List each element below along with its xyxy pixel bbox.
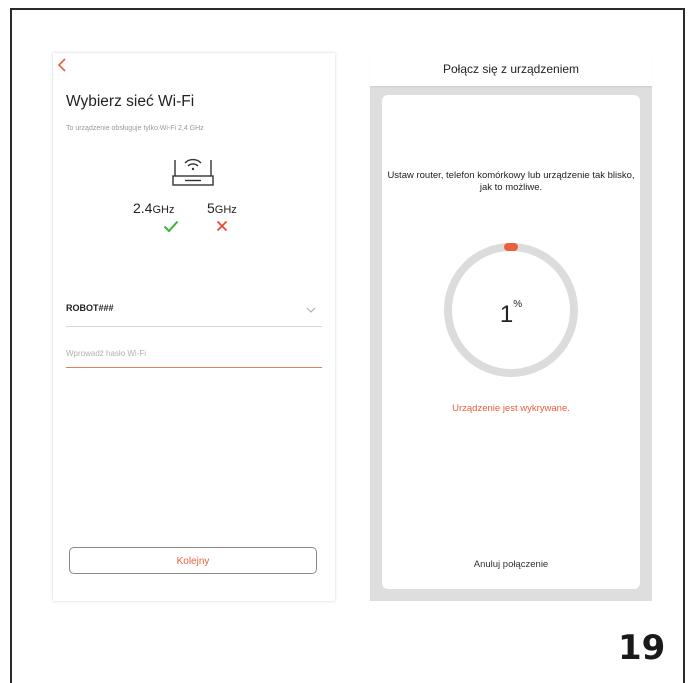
router-wifi-icon <box>172 158 214 186</box>
band-5ghz-unit: GHz <box>214 204 237 216</box>
cancel-connection-button[interactable]: Anuluj połączenie <box>382 559 640 570</box>
band-24ghz-unit: GHz <box>152 204 175 216</box>
connect-header: Połącz się z urządzeniem <box>370 53 652 86</box>
connect-screen-title: Połącz się z urządzeniem <box>442 62 580 76</box>
ssid-value: ROBOT### <box>66 303 114 313</box>
cross-icon <box>216 220 228 232</box>
connect-instruction: Ustaw router, telefon komórkowy lub urzą… <box>387 170 635 193</box>
chevron-down-icon <box>306 307 316 313</box>
wifi-screen-subtitle: To urządzenie obsługuje tylko Wi-Fi 2,4 … <box>66 125 204 132</box>
page-number: 19 <box>618 628 666 668</box>
wifi-password-input[interactable] <box>66 339 322 368</box>
band-24ghz-value: 2.4 <box>133 200 153 216</box>
back-icon[interactable] <box>56 57 68 73</box>
wifi-select-screen: Wybierz sieć Wi-Fi To urządzenie obsługu… <box>53 53 335 601</box>
progress-percentage: 1% <box>382 299 640 329</box>
next-button[interactable]: Kolejny <box>69 547 317 574</box>
connect-screen: Połącz się z urządzeniem Ustaw router, t… <box>370 53 652 601</box>
wifi-screen-title: Wybierz sieć Wi-Fi <box>66 93 195 110</box>
band-24ghz-label: 2.4GHz <box>133 200 174 216</box>
detection-status: Urządzenie jest wykrywane. <box>452 403 570 414</box>
progress-number: 1 <box>499 301 514 328</box>
ssid-select[interactable]: ROBOT### <box>66 290 322 327</box>
progress-unit: % <box>513 299 523 310</box>
band-5ghz-value: 5 <box>207 200 215 216</box>
check-icon <box>163 220 179 233</box>
band-5ghz-label: 5GHz <box>207 200 237 216</box>
connect-card: Ustaw router, telefon komórkowy lub urzą… <box>382 95 640 589</box>
